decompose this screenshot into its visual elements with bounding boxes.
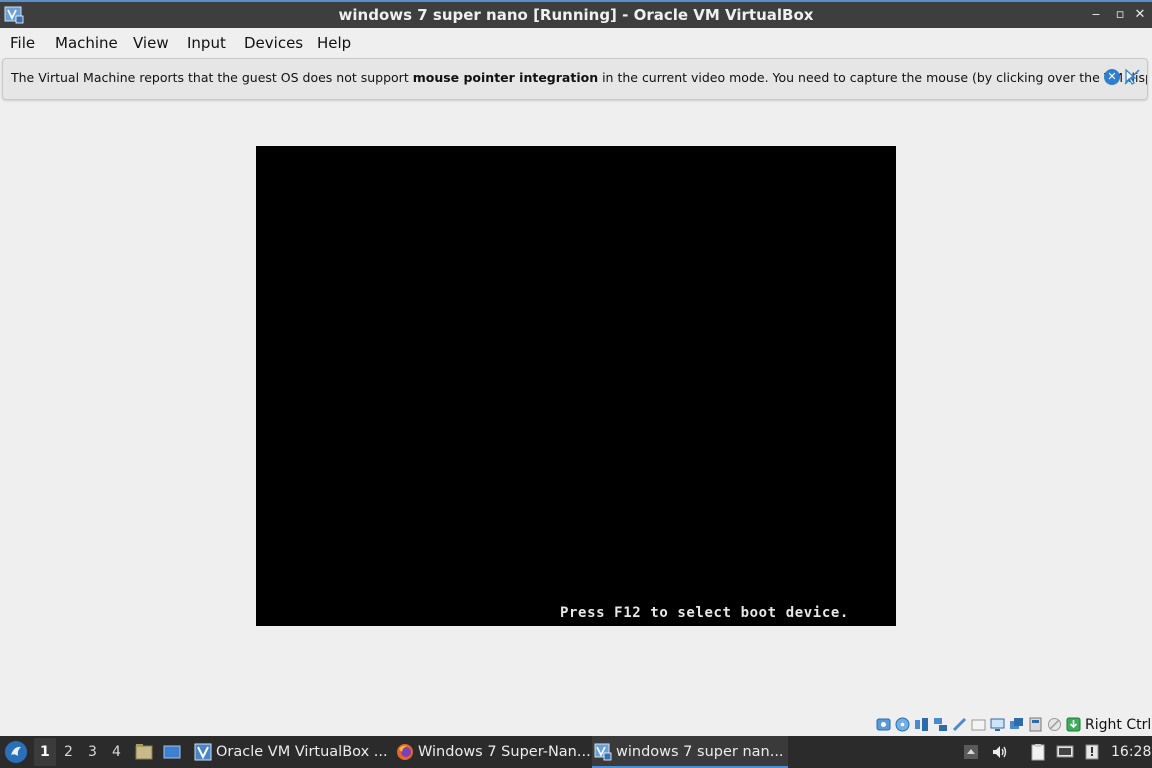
cpu-icon[interactable] [1028, 717, 1043, 732]
vm-display[interactable]: Press F12 to select boot device. [256, 146, 896, 626]
menu-devices[interactable]: Devices [244, 34, 303, 52]
virtualbox-vm-icon [594, 743, 612, 761]
close-button[interactable]: ✕ [1130, 6, 1150, 24]
workspace-4[interactable]: 4 [112, 744, 121, 760]
menu-help[interactable]: Help [317, 34, 351, 52]
menubar: File Machine View Input Devices Help [0, 28, 1152, 56]
task-label: Windows 7 Super-Nan... [418, 744, 591, 760]
close-notice-icon[interactable]: ✕ [1104, 69, 1120, 85]
video-capture-icon[interactable] [1009, 717, 1024, 732]
virtualbox-icon [194, 743, 212, 761]
task-virtualbox-manager[interactable]: Oracle VM VirtualBox ... [192, 736, 390, 768]
network-tray-icon[interactable] [1056, 743, 1074, 761]
notice-text-after: in the current video mode. You need to c… [598, 70, 1148, 85]
clock[interactable]: 16:28 [1111, 744, 1151, 760]
notification-icon[interactable] [1083, 743, 1101, 761]
task-vm-window[interactable]: windows 7 super nan... [592, 736, 788, 768]
maximize-button[interactable]: ▫ [1110, 6, 1130, 24]
show-desktop-icon[interactable] [163, 743, 181, 761]
task-label: windows 7 super nan... [616, 744, 784, 760]
vm-statusbar: Right Ctrl [0, 714, 1152, 736]
menu-file[interactable]: File [10, 34, 35, 52]
menu-machine[interactable]: Machine [55, 34, 118, 52]
boot-message: Press F12 to select boot device. [560, 605, 849, 621]
notice-text: The Virtual Machine reports that the gue… [11, 70, 1148, 85]
audio-icon[interactable] [914, 717, 929, 732]
taskbar: 1 2 3 4 Oracle VM VirtualBox ... Windows… [0, 736, 1152, 768]
shared-folders-icon[interactable] [971, 717, 986, 732]
window-titlebar: windows 7 super nano [Running] - Oracle … [0, 0, 1152, 28]
workspace-2[interactable]: 2 [64, 744, 73, 760]
volume-icon[interactable] [991, 743, 1009, 761]
file-manager-icon[interactable] [135, 743, 153, 761]
task-label: Oracle VM VirtualBox ... [216, 744, 388, 760]
menu-view[interactable]: View [133, 34, 169, 52]
clipboard-icon[interactable] [1029, 743, 1047, 761]
keyboard-capture-icon[interactable] [1066, 717, 1081, 732]
firefox-icon [397, 744, 413, 760]
notice-text-before: The Virtual Machine reports that the gue… [11, 70, 413, 85]
hard-disk-icon[interactable] [876, 717, 891, 732]
display-icon[interactable] [990, 717, 1005, 732]
mouse-pointer-icon[interactable] [1123, 68, 1141, 86]
notice-text-bold: mouse pointer integration [412, 70, 599, 85]
host-key-label: Right Ctrl [1085, 717, 1152, 733]
minimize-button[interactable]: ‒ [1086, 6, 1106, 24]
usb-icon[interactable] [952, 717, 967, 732]
mouse-integration-notice: The Virtual Machine reports that the gue… [2, 58, 1148, 100]
tray-arrow-icon[interactable] [962, 743, 980, 761]
optical-drive-icon[interactable] [895, 717, 910, 732]
network-icon[interactable] [933, 717, 948, 732]
workspace-3[interactable]: 3 [88, 744, 97, 760]
task-firefox[interactable]: Windows 7 Super-Nan... [394, 736, 591, 768]
workspace-1[interactable]: 1 [40, 744, 50, 760]
menu-input[interactable]: Input [187, 34, 226, 52]
window-title: windows 7 super nano [Running] - Oracle … [338, 6, 814, 24]
mouse-integration-icon[interactable] [1047, 717, 1062, 732]
start-menu-icon[interactable] [5, 741, 27, 763]
